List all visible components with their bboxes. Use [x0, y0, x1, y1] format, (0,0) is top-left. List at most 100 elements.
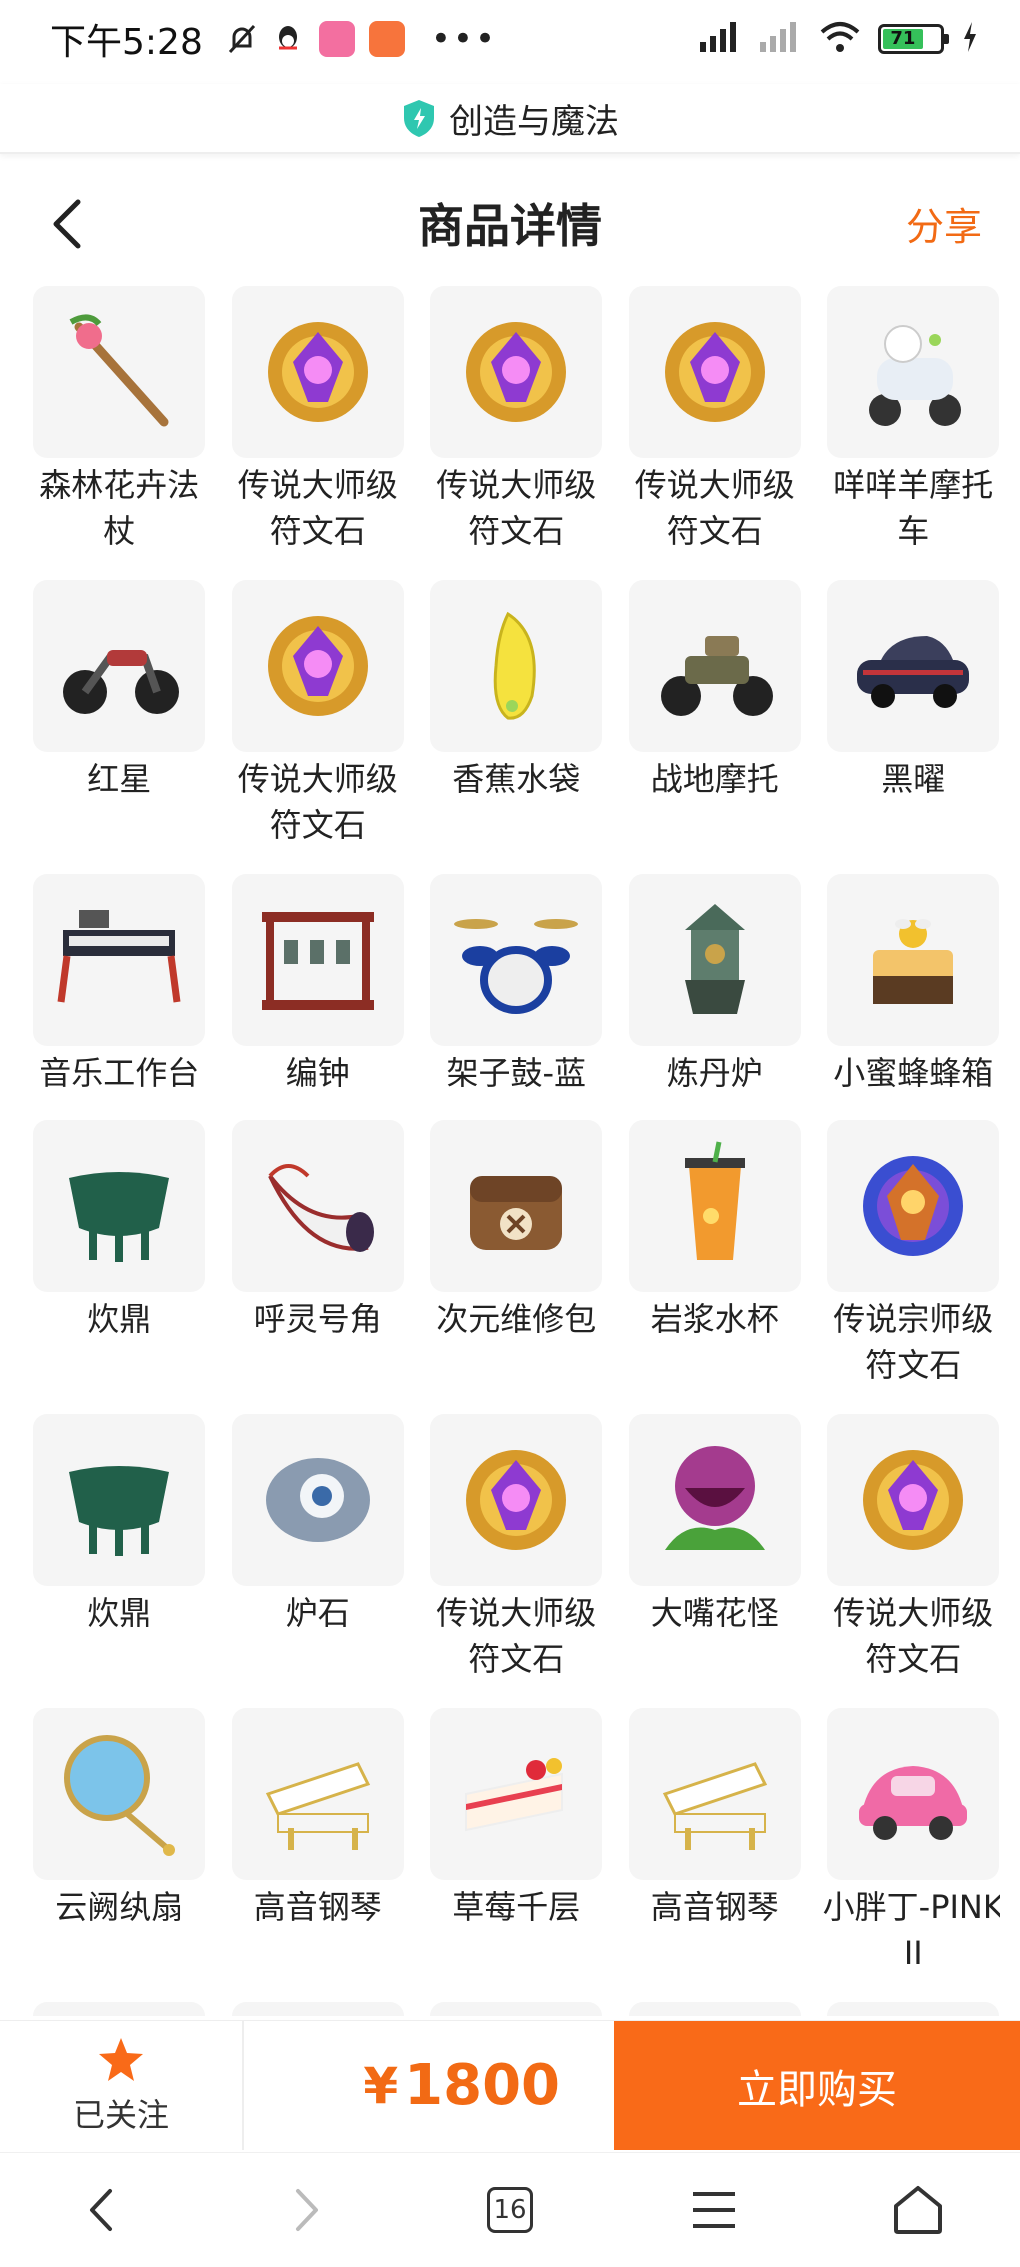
- grid-item[interactable]: 草莓千层: [417, 1708, 616, 2002]
- rune-stone-icon: [628, 286, 801, 458]
- buy-now-button[interactable]: 立即购买: [614, 2021, 1020, 2150]
- bilibili-app-icon: [318, 21, 355, 57]
- grid-item[interactable]: 森林花卉法杖: [20, 286, 219, 580]
- grid-item[interactable]: 岩浆水杯: [616, 1120, 815, 1414]
- grid-item[interactable]: 战地摩托: [616, 580, 815, 874]
- status-bar: 下午5:28 ••• 71: [0, 0, 1020, 78]
- grid-item-label: 红星: [87, 760, 152, 798]
- grid-item-label: 传说大师级符文石: [634, 466, 795, 550]
- home-button[interactable]: [878, 2170, 958, 2250]
- piranha-plant-icon: [628, 1414, 801, 1586]
- grid-item[interactable]: 高音钢琴: [219, 1708, 418, 2002]
- car-icon: [827, 580, 1000, 752]
- flower-staff-icon: [33, 286, 206, 458]
- grid-item[interactable]: 音乐工作台: [20, 874, 219, 1120]
- war-motorcycle-icon: [628, 580, 801, 752]
- grid-item[interactable]: 传说大师级符文石: [417, 1414, 616, 1708]
- grid-item-partial[interactable]: [417, 2002, 616, 2016]
- grid-item[interactable]: 架子鼓-蓝: [417, 874, 616, 1120]
- grid-item-partial[interactable]: [219, 2002, 418, 2016]
- grid-item[interactable]: 红星: [20, 580, 219, 874]
- grid-item-label: 编钟: [285, 1054, 350, 1092]
- grid-item-label: 高音钢琴: [253, 1888, 382, 1926]
- grid-item-label: 炉石: [285, 1594, 350, 1632]
- grid-item[interactable]: 小蜜蜂蜂箱: [814, 874, 1000, 1120]
- grid-item-label: 呼灵号角: [253, 1300, 382, 1338]
- browser-back-button[interactable]: [62, 2170, 142, 2250]
- lava-cup-icon: [628, 1120, 801, 1292]
- menu-button[interactable]: [674, 2170, 754, 2250]
- grid-item[interactable]: 编钟: [219, 874, 418, 1120]
- grid-item-label: 架子鼓-蓝: [446, 1054, 587, 1092]
- sheep-scooter-icon: [827, 286, 1000, 458]
- grid-item[interactable]: 大嘴花怪: [616, 1414, 815, 1708]
- rune-stone-icon: [430, 286, 603, 458]
- hearthstone-icon: [231, 1414, 404, 1586]
- grid-item-label: 传说大师级符文石: [436, 1594, 597, 1678]
- grid-item[interactable]: 传说大师级符文石: [814, 1414, 1000, 1708]
- grid-item[interactable]: 炊鼎: [20, 1120, 219, 1414]
- grid-item-label: 小蜜蜂蜂箱: [833, 1054, 994, 1092]
- follow-label: 已关注: [72, 2095, 169, 2134]
- grid-item-partial[interactable]: [20, 2002, 219, 2016]
- price-value: 1800: [404, 2053, 560, 2118]
- grid-item-label: 草莓千层: [452, 1888, 581, 1926]
- mute-bell-icon: [225, 22, 259, 56]
- pink-car-icon: [827, 1708, 1000, 1880]
- grid-item[interactable]: 高音钢琴: [616, 1708, 815, 2002]
- back-button[interactable]: [44, 194, 94, 254]
- banana-bag-icon: [430, 580, 603, 752]
- grid-item[interactable]: 咩咩羊摩托车: [814, 286, 1000, 580]
- grid-item[interactable]: 次元维修包: [417, 1120, 616, 1414]
- grid-item-label: 传说大师级符文石: [436, 466, 597, 550]
- price: ¥ 1800: [244, 2021, 614, 2150]
- grid-item[interactable]: 传说大师级符文石: [219, 580, 418, 874]
- grid-item[interactable]: 黑曜: [814, 580, 1000, 874]
- grid-item-label: 小胖丁-PINK II: [822, 1888, 1000, 1972]
- grid-item-label: 传说大师级符文石: [833, 1594, 994, 1678]
- grid-item-label: 岩浆水杯: [650, 1300, 779, 1338]
- grid-item-label: 传说大师级符文石: [237, 466, 398, 550]
- item-grid: 森林花卉法杖 传说大师级符文石 传说大师级符文石 传说大师级符文石 咩咩羊摩托车 红星 传说…: [20, 286, 1000, 2016]
- system-nav-bar: 16: [0, 2152, 1020, 2267]
- item-thumbnail: [231, 2002, 404, 2016]
- grid-item[interactable]: 呼灵号角: [219, 1120, 418, 1414]
- follow-button[interactable]: 已关注: [0, 2021, 244, 2150]
- piano-icon: [628, 1708, 801, 1880]
- grid-item[interactable]: 传说大师级符文石: [219, 286, 418, 580]
- grid-item-label: 云阙纨扇: [55, 1888, 184, 1926]
- site-title-bar: 创造与魔法: [0, 84, 1020, 154]
- tabs-button[interactable]: 16: [470, 2170, 550, 2250]
- beehive-icon: [827, 874, 1000, 1046]
- grid-item[interactable]: 传说大师级符文石: [417, 286, 616, 580]
- grid-item[interactable]: 炉石: [219, 1414, 418, 1708]
- star-icon: [99, 2037, 143, 2081]
- grid-item[interactable]: 炼丹炉: [616, 874, 815, 1120]
- share-button[interactable]: 分享: [906, 196, 982, 251]
- signal-off-icon: [758, 20, 802, 58]
- grid-item-label: 高音钢琴: [650, 1888, 779, 1926]
- grid-item[interactable]: 传说宗师级符文石: [814, 1120, 1000, 1414]
- shield-icon: [404, 100, 434, 137]
- browser-forward-button[interactable]: [266, 2170, 346, 2250]
- cauldron-icon: [33, 1414, 206, 1586]
- alchemy-furnace-icon: [628, 874, 801, 1046]
- rune-stone-icon: [231, 580, 404, 752]
- home-icon: [894, 2186, 942, 2234]
- grid-item[interactable]: 传说大师级符文石: [616, 286, 815, 580]
- grid-item[interactable]: 香蕉水袋: [417, 580, 616, 874]
- motorcycle-icon: [33, 580, 206, 752]
- charging-icon: [960, 20, 980, 58]
- grid-item[interactable]: 小胖丁-PINK II: [814, 1708, 1000, 2002]
- grid-item-partial[interactable]: [616, 2002, 815, 2016]
- cake-icon: [430, 1708, 603, 1880]
- grid-item[interactable]: 云阙纨扇: [20, 1708, 219, 2002]
- round-fan-icon: [33, 1708, 206, 1880]
- grid-item[interactable]: 炊鼎: [20, 1414, 219, 1708]
- grid-item-label: 咩咩羊摩托车: [833, 466, 994, 550]
- grid-item-partial[interactable]: [814, 2002, 1000, 2016]
- site-title: 创造与魔法: [449, 101, 619, 142]
- battery-level: 71: [883, 29, 923, 49]
- grid-item-label: 战地摩托: [650, 760, 779, 798]
- chevron-left-icon: [53, 199, 81, 249]
